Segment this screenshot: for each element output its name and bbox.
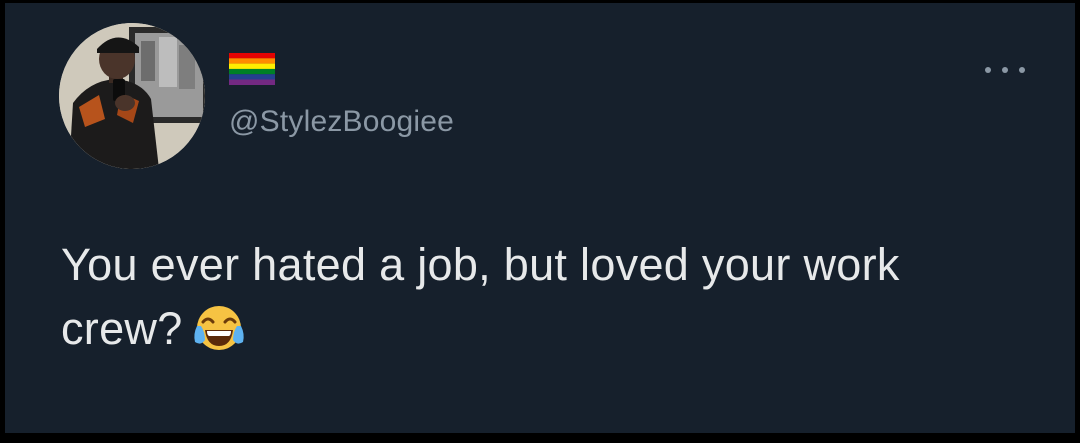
tweet-body: You ever hated a job, but loved your wor… bbox=[61, 239, 900, 354]
rainbow-flag-icon bbox=[229, 53, 275, 85]
more-dot bbox=[1002, 67, 1008, 73]
more-horizontal-icon[interactable] bbox=[985, 61, 1025, 79]
tweet-text: You ever hated a job, but loved your wor… bbox=[61, 233, 1021, 361]
tweet-card: @StylezBoogiee You ever hated a job, but… bbox=[5, 3, 1075, 433]
more-dot bbox=[1019, 67, 1025, 73]
avatar-photo bbox=[59, 23, 205, 169]
face-with-tears-of-joy-icon bbox=[193, 306, 244, 351]
user-handle[interactable]: @StylezBoogiee bbox=[229, 105, 454, 139]
avatar[interactable] bbox=[59, 23, 205, 169]
more-dot bbox=[985, 67, 991, 73]
